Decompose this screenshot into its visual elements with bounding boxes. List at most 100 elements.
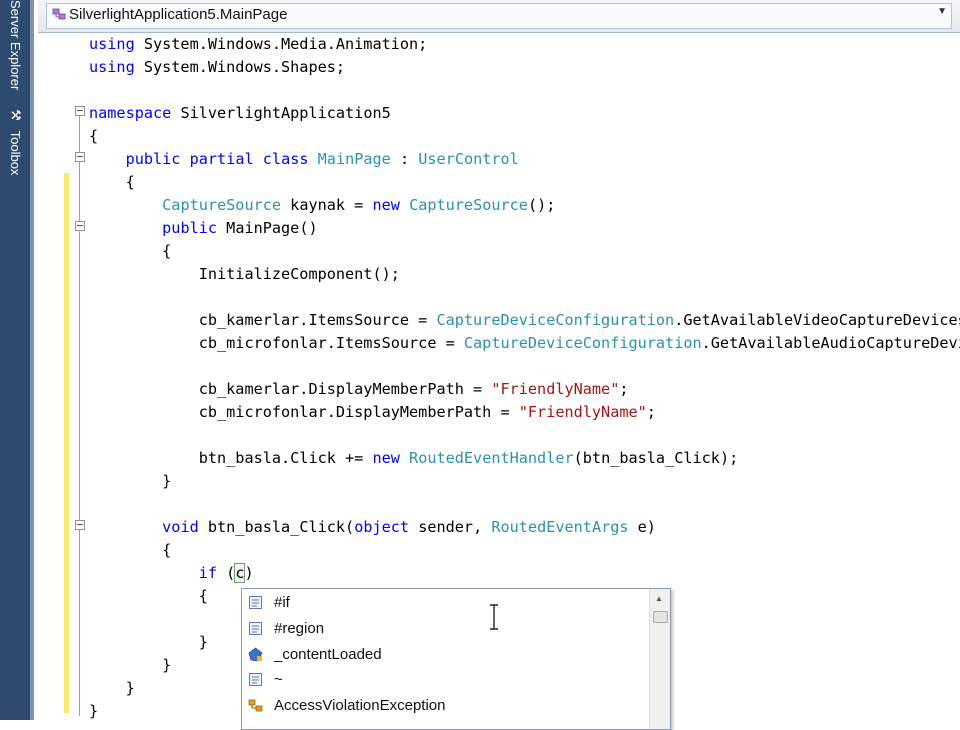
code-token: namespace bbox=[89, 104, 172, 122]
code-token: { bbox=[89, 127, 99, 145]
code-line[interactable]: public MainPage() bbox=[89, 217, 318, 240]
code-token: .GetAvailableAudioCaptureDevices(); bbox=[701, 334, 960, 352]
code-token: "FriendlyName" bbox=[491, 380, 620, 398]
code-token: btn_basla.Click += bbox=[89, 449, 373, 467]
code-line[interactable]: cb_kamerlar.ItemsSource = CaptureDeviceC… bbox=[89, 309, 960, 332]
code-line[interactable]: } bbox=[89, 631, 208, 654]
code-line[interactable]: namespace SilverlightApplication5 bbox=[89, 102, 391, 125]
field-icon bbox=[248, 647, 263, 661]
code-line[interactable]: cb_kamerlar.DisplayMemberPath = "Friendl… bbox=[89, 378, 629, 401]
outline-guide bbox=[79, 116, 80, 716]
completion-item-label: ~ bbox=[274, 671, 283, 689]
code-token: CaptureSource bbox=[162, 196, 282, 214]
completion-item-label: _contentLoaded bbox=[274, 645, 382, 663]
code-token: CaptureDeviceConfiguration bbox=[463, 334, 702, 352]
completion-item-label: #region bbox=[274, 619, 325, 637]
code-token: RoutedEventHandler bbox=[409, 449, 574, 467]
code-line[interactable]: } bbox=[89, 654, 171, 677]
collapse-class-toggle[interactable] bbox=[75, 152, 85, 162]
code-token: { bbox=[89, 173, 135, 191]
server-explorer-tab[interactable]: Server Explorer bbox=[3, 0, 27, 90]
collapse-method-toggle[interactable] bbox=[75, 520, 85, 530]
collapse-namespace-toggle[interactable] bbox=[75, 106, 85, 116]
chevron-down-icon[interactable]: ▼ bbox=[937, 6, 947, 17]
code-line[interactable]: using System.Windows.Media.Animation; bbox=[89, 33, 427, 56]
code-token: ( bbox=[217, 564, 236, 582]
code-line[interactable]: { bbox=[89, 171, 135, 194]
code-line[interactable]: public partial class MainPage : UserCont… bbox=[89, 148, 519, 171]
code-token: cb_microfonlar.DisplayMemberPath = bbox=[89, 403, 519, 421]
code-line[interactable]: using System.Windows.Shapes; bbox=[89, 56, 345, 79]
code-line[interactable]: cb_microfonlar.ItemsSource = CaptureDevi… bbox=[89, 332, 960, 355]
selected-type-label: SilverlightApplication5.MainPage bbox=[69, 6, 288, 23]
scroll-up-icon[interactable]: ▲ bbox=[655, 594, 663, 603]
toolbox-tab[interactable]: ⚒ Toolbox bbox=[3, 108, 27, 176]
code-line[interactable]: { bbox=[89, 240, 171, 263]
code-token: System.Windows.Media.Animation; bbox=[134, 35, 428, 53]
code-token: : bbox=[390, 150, 419, 168]
code-token: } bbox=[89, 702, 99, 720]
code-token: "FriendlyName" bbox=[518, 403, 647, 421]
code-token: System.Windows.Shapes; bbox=[134, 58, 346, 76]
code-token: MainPage() bbox=[217, 219, 318, 237]
code-token: CaptureSource bbox=[409, 196, 528, 214]
intellisense-completion-list[interactable]: #if #region _contentLoaded ~ AccessViolation… bbox=[241, 588, 671, 730]
code-token: public bbox=[162, 219, 218, 237]
code-token: { bbox=[89, 242, 172, 260]
code-token: MainPage bbox=[317, 150, 391, 168]
code-token: cb_kamerlar.DisplayMemberPath = bbox=[89, 380, 492, 398]
code-token: object bbox=[354, 518, 410, 536]
code-token: (); bbox=[527, 196, 556, 214]
code-token: } bbox=[89, 472, 172, 490]
code-token: using bbox=[89, 35, 135, 53]
code-token: { bbox=[89, 541, 172, 559]
code-token: ) bbox=[244, 564, 254, 582]
code-token: sender, bbox=[409, 518, 492, 536]
code-token: e) bbox=[628, 518, 656, 536]
code-line[interactable]: { bbox=[89, 125, 98, 148]
code-token: RoutedEventArgs bbox=[491, 518, 629, 536]
completion-item-label: #if bbox=[274, 594, 290, 611]
code-token: class bbox=[262, 150, 309, 168]
server-explorer-tab-label: Server Explorer bbox=[8, 0, 23, 91]
code-line[interactable]: } bbox=[89, 470, 171, 493]
code-line[interactable]: btn_basla.Click += new RoutedEventHandle… bbox=[89, 447, 739, 470]
snippet-icon bbox=[249, 621, 262, 635]
code-token: cb_microfonlar.ItemsSource = bbox=[89, 334, 464, 352]
toolbox-tab-label: Toolbox bbox=[8, 130, 23, 176]
code-line[interactable]: void btn_basla_Click(object sender, Rout… bbox=[89, 516, 656, 539]
toolbox-icon: ⚒ bbox=[7, 108, 23, 124]
code-line[interactable]: if (c) bbox=[89, 562, 254, 585]
code-token: UserControl bbox=[418, 150, 519, 168]
code-token: SilverlightApplication5 bbox=[171, 104, 391, 122]
code-token: InitializeComponent(); bbox=[89, 265, 400, 283]
code-token: using bbox=[89, 58, 135, 76]
code-token: new bbox=[372, 196, 400, 214]
code-line[interactable]: { bbox=[89, 539, 171, 562]
code-token: CaptureDeviceConfiguration bbox=[436, 311, 675, 329]
scroll-thumb[interactable] bbox=[653, 611, 668, 623]
code-line[interactable]: cb_microfonlar.DisplayMemberPath = "Frie… bbox=[89, 401, 656, 424]
code-line[interactable]: { bbox=[89, 585, 208, 608]
code-token: } bbox=[89, 633, 208, 651]
completion-item-label: AccessViolationException bbox=[274, 697, 446, 715]
code-token: } bbox=[89, 679, 135, 697]
code-line[interactable]: } bbox=[89, 677, 135, 700]
code-token: .GetAvailableVideoCaptureDevices(); bbox=[674, 311, 960, 329]
snippet-icon bbox=[249, 596, 262, 609]
code-line[interactable]: } bbox=[89, 700, 98, 720]
code-line[interactable]: CaptureSource kaynak = new CaptureSource… bbox=[89, 194, 555, 217]
completion-list-scrollbar[interactable]: ▲ bbox=[649, 589, 670, 729]
change-tracking-bar bbox=[64, 173, 69, 713]
collapse-constructor-toggle[interactable] bbox=[75, 221, 85, 231]
type-selector-dropdown[interactable]: SilverlightApplication5.MainPage ▼ bbox=[46, 3, 952, 29]
code-line[interactable]: InitializeComponent(); bbox=[89, 263, 400, 286]
